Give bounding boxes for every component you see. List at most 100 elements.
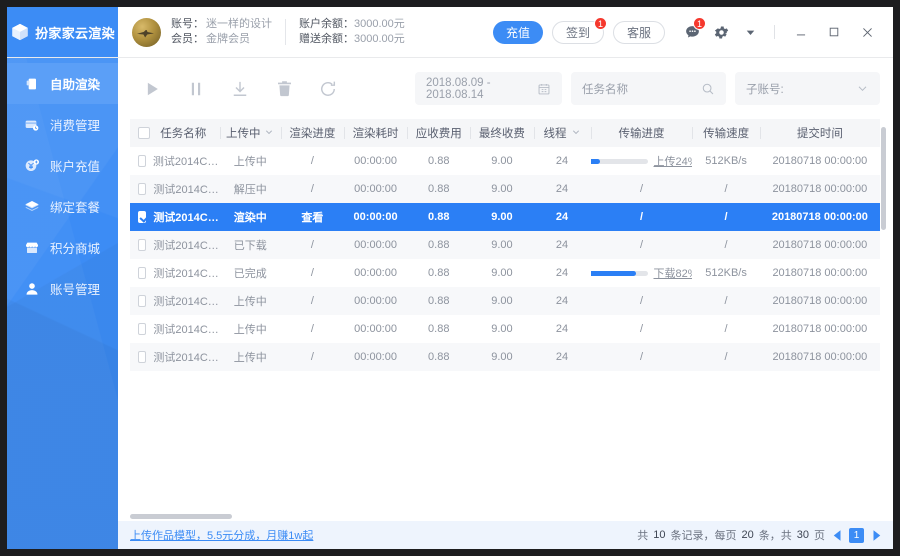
chevron-down-icon[interactable] xyxy=(740,22,760,42)
promo-link[interactable]: 上传作品模型，5.5元分成，月赚1w起 xyxy=(130,527,313,543)
progress-label: 上传24% xyxy=(653,156,693,168)
sidebar-item-account[interactable]: 账号管理 xyxy=(7,268,118,309)
table-row[interactable]: 测试2014Camera001 已完成 / 00:00:00 0.88 9.00 24 下载8… xyxy=(130,259,880,287)
account-summary: 账号： 迷一样的设计 会员： 金牌会员 账户余额：3000.00元 赠送余额：300… xyxy=(118,7,493,57)
row-checkbox[interactable] xyxy=(138,183,147,195)
cell-due-fee: 0.88 xyxy=(428,323,450,335)
checkin-button[interactable]: 签到 1 xyxy=(551,16,607,44)
pages-unit: 页 xyxy=(814,530,825,542)
row-checkbox[interactable] xyxy=(138,323,147,335)
cell-final-fee: 9.00 xyxy=(491,267,513,279)
cell-render-progress: / xyxy=(310,323,314,335)
app-window: 扮家家云渲染 账号：迷一样的设计 会员：金牌会员 账户余额：3000.00元 xyxy=(7,7,893,549)
sidebar-item-label: 账号管理 xyxy=(50,283,101,297)
gear-icon[interactable] xyxy=(711,22,731,42)
cell-submit-time: 20180718 00:00:00 xyxy=(772,267,868,279)
sidebar-item-points-mall[interactable]: 积分商城 xyxy=(7,227,118,268)
chevron-down-icon xyxy=(856,82,869,95)
download-button[interactable] xyxy=(218,69,262,109)
cell-threads: 24 xyxy=(555,155,569,167)
cell-render-progress: / xyxy=(310,155,314,167)
col-status-label: 上传中 xyxy=(225,128,261,140)
next-page-button[interactable] xyxy=(869,527,883,543)
table-row[interactable]: 测试2014Camera001上传中/00:00:000.889.0024//2… xyxy=(130,287,880,315)
cell-name: 测试2014Camera001 xyxy=(130,287,220,315)
search-input[interactable]: 任务名称 xyxy=(571,72,726,105)
refresh-button[interactable] xyxy=(306,69,350,109)
cell-status: 上传中 xyxy=(219,287,281,315)
task-name: 测试2014Camera001 xyxy=(153,212,219,224)
layers-icon xyxy=(24,199,40,215)
coin-icon xyxy=(24,158,40,174)
table-row[interactable]: 测试2014Camera001已下载/00:00:000.889.0024//2… xyxy=(130,231,880,259)
account-member-label: 会员： xyxy=(171,33,204,45)
cell-render-progress[interactable]: 查看 xyxy=(280,203,344,231)
cell-threads: 24 xyxy=(533,203,591,231)
row-checkbox[interactable] xyxy=(138,155,146,167)
horizontal-scrollbar[interactable] xyxy=(130,514,232,519)
cell-final-fee: 9.00 xyxy=(470,287,534,315)
pause-button[interactable] xyxy=(174,69,218,109)
support-button[interactable]: 客服 xyxy=(612,20,665,44)
minimize-button[interactable] xyxy=(789,20,813,44)
cell-due-fee: 0.88 xyxy=(407,203,471,231)
cell-name: 测试2014Camera001 xyxy=(130,343,220,371)
account-name-label: 账号： xyxy=(171,18,204,30)
task-table-container: 任务名称 上传中 渲染进度 渲染耗时 应收费用 最终收费 线程 传输进度 传输速… xyxy=(118,119,893,512)
table-row[interactable]: 测试2014Camera001... 上传中 / 00:00:00 0.88 9.00 24… xyxy=(130,147,880,175)
avatar[interactable] xyxy=(132,17,161,47)
sidebar-item-label: 消费管理 xyxy=(50,119,101,133)
date-range-picker[interactable]: 2018.08.09 - 2018.08.14 xyxy=(415,72,562,105)
cell-due-fee: 0.88 xyxy=(407,287,471,315)
table-row[interactable]: 测试2014Camera001上传中/00:00:000.889.0024//2… xyxy=(130,343,880,371)
sidebar-item-recharge[interactable]: 账户充值 xyxy=(7,145,118,186)
vertical-scrollbar[interactable] xyxy=(881,127,886,230)
col-threads[interactable]: 线程 xyxy=(533,119,591,147)
row-checkbox[interactable] xyxy=(138,239,147,251)
progress-bar xyxy=(590,270,648,276)
toolbar: 2018.08.09 - 2018.08.14 任务名称 子账号: xyxy=(118,58,893,119)
col-render-time: 渲染耗时 xyxy=(343,119,408,147)
cell-threads: 24 xyxy=(533,175,591,203)
page-size: 20 xyxy=(741,529,754,541)
cell-render-time: 00:00:00 xyxy=(343,231,408,259)
view-render-link[interactable]: 查看 xyxy=(301,212,323,224)
table-row[interactable]: 测试2014Camera001解压中/00:00:000.889.0024//2… xyxy=(130,175,880,203)
cell-submit-time: 20180718 00:00:00 xyxy=(759,343,880,371)
table-row[interactable]: 测试2014Camera001上传中/00:00:000.889.0024//2… xyxy=(130,315,880,343)
row-checkbox[interactable] xyxy=(138,351,147,363)
cell-name: 测试2014Camera001... xyxy=(130,147,220,175)
cell-final-fee: 9.00 xyxy=(491,155,513,167)
pagination: 共 10 条记录，每页 20 条，共 30 页 1 xyxy=(637,527,883,543)
refresh-icon xyxy=(318,79,338,99)
table-row[interactable]: 测试2014Camera001渲染中查看00:00:000.889.0024//… xyxy=(130,203,880,231)
subaccount-select[interactable]: 子账号: xyxy=(735,72,880,105)
cell-render-progress: / xyxy=(280,175,344,203)
delete-button[interactable] xyxy=(262,69,306,109)
recharge-button[interactable]: 充值 xyxy=(492,20,543,44)
row-checkbox[interactable] xyxy=(138,211,147,223)
row-checkbox[interactable] xyxy=(138,295,147,307)
close-button[interactable] xyxy=(855,20,879,44)
maximize-button[interactable] xyxy=(822,20,846,44)
gift-balance-row: 赠送余额：3000.00元 xyxy=(299,32,405,47)
app-logo: 扮家家云渲染 xyxy=(7,7,118,57)
cell-status: 解压中 xyxy=(219,175,281,203)
sidebar-item-package[interactable]: 绑定套餐 xyxy=(7,186,118,227)
prev-page-button[interactable] xyxy=(830,527,844,543)
sidebar-item-render[interactable]: 自助渲染 xyxy=(7,63,118,104)
row-checkbox[interactable] xyxy=(138,267,147,279)
col-submit-time: 提交时间 xyxy=(759,119,880,147)
col-name-label: 任务名称 xyxy=(160,128,207,140)
sidebar-item-consumption[interactable]: 消费管理 xyxy=(7,104,118,145)
current-page-button[interactable]: 1 xyxy=(849,527,864,543)
total-pages: 30 xyxy=(796,529,809,541)
message-icon[interactable]: 1 xyxy=(682,17,706,42)
select-all-checkbox[interactable] xyxy=(138,127,150,139)
start-button[interactable] xyxy=(130,69,174,109)
cell-submit-time: 20180718 00:00:00 xyxy=(772,323,868,335)
cell-transfer-speed: / xyxy=(724,323,728,335)
col-status[interactable]: 上传中 xyxy=(219,119,281,147)
cell-render-time: 00:00:00 xyxy=(343,203,408,231)
account-identity: 账号： 迷一样的设计 会员： 金牌会员 xyxy=(171,17,272,47)
